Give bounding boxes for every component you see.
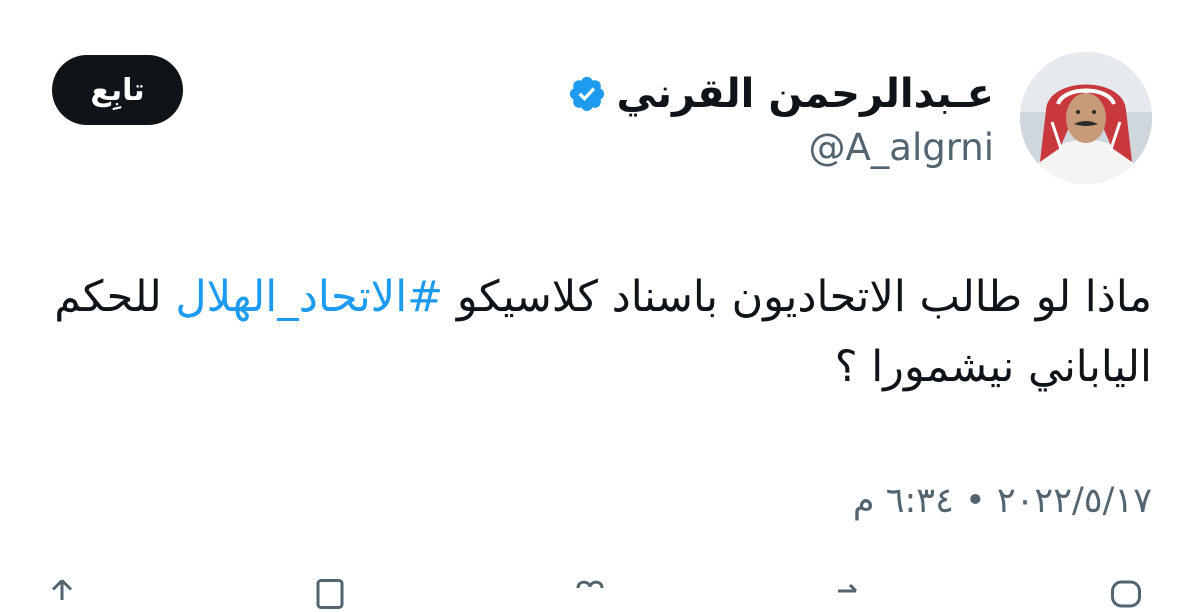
like-icon[interactable]	[572, 576, 608, 612]
retweet-icon[interactable]	[832, 576, 868, 612]
verified-badge-icon	[569, 76, 604, 112]
tweet-text-start: ماذا لو طالب الاتحاديون باسناد كلاسيكو	[443, 272, 1152, 322]
tweet-card: عـبدالرحمن القرني @A_algrni تابِع ماذا ل…	[0, 0, 1178, 609]
author-name-row: عـبدالرحمن القرني	[567, 66, 995, 122]
avatar[interactable]	[1020, 52, 1152, 184]
author-handle[interactable]: @A_algrni	[808, 124, 994, 172]
hashtag-link[interactable]: #الاتحاد_الهلال	[175, 272, 443, 322]
display-name[interactable]: عـبدالرحمن القرني	[617, 66, 995, 122]
views-icon[interactable]	[312, 576, 348, 612]
tweet-timestamp[interactable]: ٢٠٢٢/٥/١٧ • ٦:٣٤ م	[853, 476, 1152, 526]
action-bar	[0, 566, 1178, 609]
follow-button[interactable]: تابِع	[52, 55, 183, 125]
reply-icon[interactable]	[1108, 576, 1144, 612]
tweet-text: ماذا لو طالب الاتحاديون باسناد كلاسيكو #…	[52, 262, 1152, 402]
share-icon[interactable]	[44, 576, 80, 612]
